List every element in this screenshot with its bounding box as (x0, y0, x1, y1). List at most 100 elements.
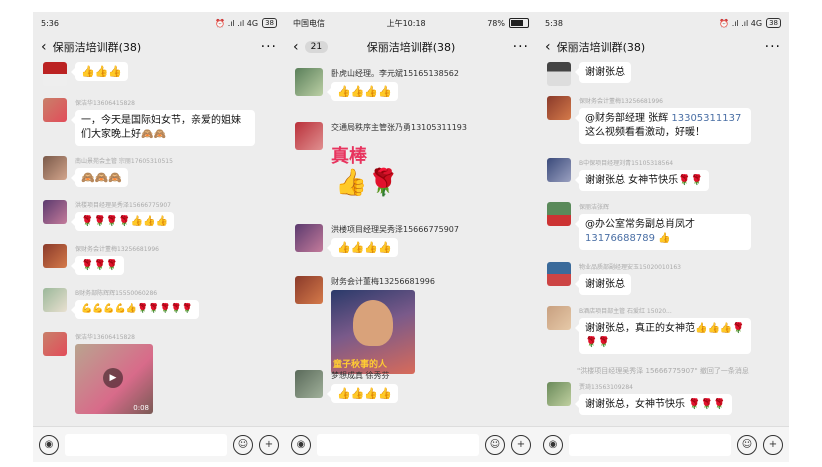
message-bubble[interactable]: 💪💪💪💪👍🌹🌹🌹🌹🌹 (70, 300, 200, 319)
battery-icon: 38 (766, 18, 781, 28)
message: 谢谢张总 (547, 62, 779, 86)
input-bar: ◉ ☺ + (33, 426, 285, 462)
message-list[interactable]: 谢谢张总 保财务会计董梅13256681996 @财务部经理 张辉 133053… (537, 60, 789, 426)
avatar[interactable] (43, 200, 67, 224)
phone-link[interactable]: 13176688789 (585, 233, 655, 244)
sender-name: 保财务会计董梅13256681996 (75, 246, 159, 253)
play-icon[interactable]: ▶ (103, 368, 123, 388)
emoji-icon[interactable]: ☺ (233, 434, 253, 455)
status-bar: 5:38 ⏰ .ıl .ıl 4G 38 (537, 12, 789, 34)
plus-icon[interactable]: + (763, 434, 783, 455)
message-input[interactable] (569, 433, 731, 456)
sender-name: 保财务会计董梅13256681996 (579, 98, 663, 105)
sender-name: B财务部陈辉辉15550060286 (75, 290, 158, 297)
avatar[interactable] (547, 158, 571, 182)
sticker-zhen-bang[interactable]: 真棒 👍🌹 (331, 142, 400, 198)
voice-icon[interactable]: ◉ (543, 434, 563, 455)
sender-name: B中保项目经理刘青15105318564 (579, 160, 674, 167)
avatar[interactable] (295, 276, 323, 304)
sender-name: 洪楼项目经理吴秀泽15666775907 (331, 225, 459, 234)
message: 贾琦13563109284 谢谢张总，女神节快乐 🌹🌹🌹 (547, 382, 779, 415)
message: B酒店项目部主管 石爱红 15020... 谢谢张总，真正的女神范👍👍👍🌹🌹🌹 (547, 306, 779, 354)
avatar[interactable] (547, 202, 571, 226)
avatar[interactable] (43, 62, 67, 86)
message: 👍👍👍 (43, 62, 275, 86)
signal-icons: ⏰ .ıl .ıl 4G (719, 18, 763, 28)
message-bubble[interactable]: 🌹🌹🌹🌹👍👍👍 (70, 212, 175, 231)
avatar[interactable] (295, 224, 323, 252)
input-bar: ◉ ☺ + (285, 426, 537, 462)
avatar[interactable] (547, 96, 571, 120)
sender-name: 贾琦13563109284 (579, 384, 633, 391)
message-bubble[interactable]: 👍👍👍 (70, 62, 129, 81)
avatar[interactable] (547, 262, 571, 286)
avatar[interactable] (43, 156, 67, 180)
avatar[interactable] (43, 244, 67, 268)
message-bubble[interactable]: 🙈🙈🙈 (70, 168, 129, 187)
message-bubble[interactable]: 谢谢张总 (575, 274, 631, 295)
message-bubble[interactable]: @财务部经理 张辉 13305311137 这么视频看看激动，好暖！ (575, 108, 751, 144)
message: 交通局秩序主管张乃勇13105311193 真棒 👍🌹 (295, 122, 527, 198)
meme-caption: 童子秋事的人 (333, 360, 388, 370)
status-bar: 中国电信 上午10:18 78% (285, 12, 537, 34)
voice-icon[interactable]: ◉ (291, 434, 311, 455)
message-input[interactable] (317, 433, 479, 456)
back-arrow-icon[interactable]: ‹ (545, 40, 551, 54)
avatar[interactable] (43, 288, 67, 312)
message-bubble[interactable]: 谢谢张总，真正的女神范👍👍👍🌹🌹🌹 (575, 318, 751, 354)
chat-header: ‹ 保丽洁培训群(38) ··· (33, 34, 285, 60)
back-arrow-icon[interactable]: ‹ (293, 40, 299, 54)
avatar[interactable] (43, 332, 67, 356)
message-bubble[interactable]: 👍👍👍👍 (327, 384, 398, 403)
message-bubble[interactable]: 👍👍👍👍 (327, 82, 398, 101)
message-list[interactable]: 👍👍👍 保洁华13606415828 一，今天是国际妇女节，亲爱的姐妹们大家晚上… (33, 60, 285, 426)
more-options-icon[interactable]: ··· (261, 39, 277, 55)
message: 洪楼项目经理吴秀泽15666775907 🌹🌹🌹🌹👍👍👍 (43, 200, 275, 231)
message: 保财务会计董梅13256681996 @财务部经理 张辉 13305311137… (547, 96, 779, 144)
meme-image[interactable]: 童子秋事的人 (331, 290, 415, 374)
input-bar: ◉ ☺ + (537, 426, 789, 462)
message: 财务会计董梅13256681996 童子秋事的人 (295, 276, 527, 374)
chat-screenshot-2: 中国电信 上午10:18 78% ‹ 21 保丽洁培训群(38) ··· 卧虎山… (285, 12, 537, 462)
more-options-icon[interactable]: ··· (765, 39, 781, 55)
video-thumbnail[interactable]: ▶ 0:08 (75, 344, 153, 414)
message-bubble[interactable]: @办公室常务副总肖凤才 13176688789 👍 (575, 214, 751, 250)
back-arrow-icon[interactable]: ‹ (41, 40, 47, 54)
message-bubble[interactable]: 一，今天是国际妇女节，亲爱的姐妹们大家晚上好🙈🙈 (71, 110, 255, 146)
avatar[interactable] (295, 122, 323, 150)
chat-header: ‹ 21 保丽洁培训群(38) ··· (285, 34, 537, 60)
avatar[interactable] (547, 306, 571, 330)
avatar[interactable] (43, 98, 67, 122)
avatar[interactable] (547, 62, 571, 86)
phone-link[interactable]: 13305311137 (671, 113, 741, 124)
avatar[interactable] (295, 68, 323, 96)
emoji-icon[interactable]: ☺ (737, 434, 757, 455)
chat-header: ‹ 保丽洁培训群(38) ··· (537, 34, 789, 60)
sender-name: 保洁华13606415828 (75, 334, 135, 341)
voice-icon[interactable]: ◉ (39, 434, 59, 455)
face-shape (353, 300, 393, 346)
message-bubble[interactable]: 谢谢张总，女神节快乐 🌹🌹🌹 (575, 394, 732, 415)
battery-percent: 78% (487, 18, 505, 28)
plus-icon[interactable]: + (511, 434, 531, 455)
emoji-icon[interactable]: ☺ (485, 434, 505, 455)
message-bubble[interactable]: 谢谢张总 女神节快乐🌹🌹 (574, 170, 710, 191)
unread-count-badge[interactable]: 21 (304, 41, 329, 53)
more-options-icon[interactable]: ··· (513, 39, 529, 55)
message-bubble[interactable]: 👍👍👍👍 (327, 238, 398, 257)
status-time: 5:38 (545, 18, 563, 28)
sender-name: 财务会计董梅13256681996 (331, 277, 435, 286)
chat-title: 保丽洁培训群(38) (52, 41, 142, 54)
plus-icon[interactable]: + (259, 434, 279, 455)
message-input[interactable] (65, 433, 227, 456)
avatar[interactable] (295, 370, 323, 398)
sender-name: 洪楼项目经理吴秀泽15666775907 (75, 202, 171, 209)
chat-screenshot-1: 5:36 ⏰ .ıl .ıl 4G 38 ‹ 保丽洁培训群(38) ··· 👍👍👍… (33, 12, 285, 462)
sticker-text: 真棒 (331, 146, 367, 167)
avatar[interactable] (547, 382, 571, 406)
message: 保洁华13606415828 一，今天是国际妇女节，亲爱的姐妹们大家晚上好🙈🙈 (43, 98, 275, 146)
sender-name: B酒店项目部主管 石爱红 15020... (579, 308, 672, 315)
message-list[interactable]: 卧虎山经理。李元斌15165138562 👍👍👍👍 交通局秩序主管张乃勇1310… (285, 60, 537, 426)
message-bubble[interactable]: 🌹🌹🌹 (70, 256, 125, 275)
message-bubble[interactable]: 谢谢张总 (575, 62, 631, 83)
